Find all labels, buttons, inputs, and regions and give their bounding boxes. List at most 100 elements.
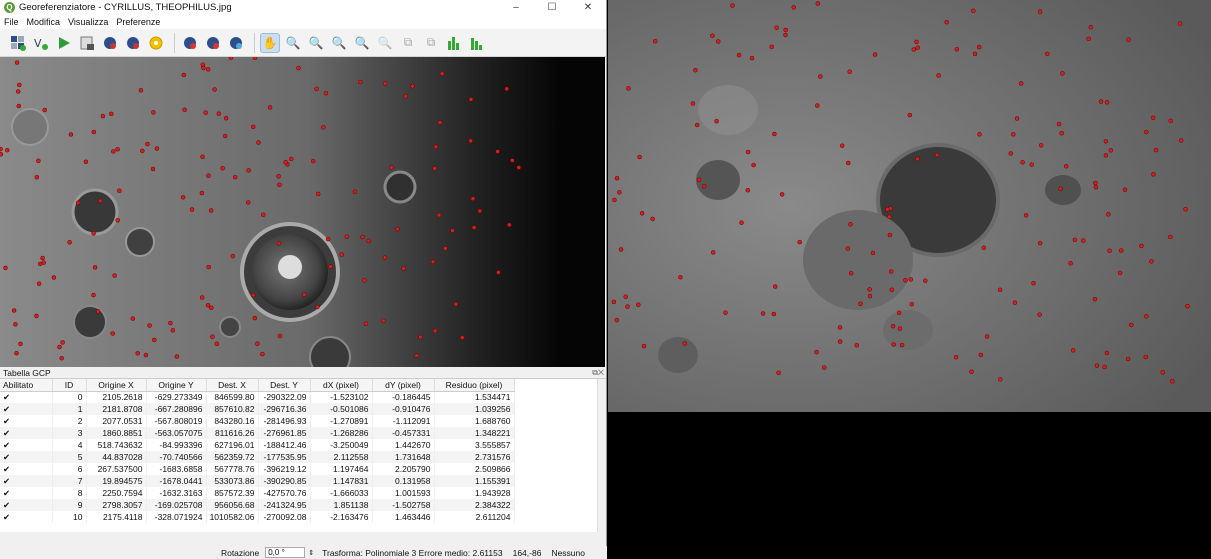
gcp-marker[interactable] <box>252 315 258 321</box>
gcp-cell[interactable]: 19.894575 <box>86 475 147 487</box>
col-abilitato[interactable]: Abilitato <box>0 379 53 392</box>
gcp-marker[interactable] <box>897 326 903 331</box>
gcp-marker[interactable] <box>1153 147 1159 153</box>
gcp-marker[interactable] <box>495 149 500 154</box>
gcp-marker[interactable] <box>848 271 854 276</box>
gcp-table-row[interactable]: ✔ 4 518.743632 -84.993396 627196.01 -188412.4… <box>0 439 515 451</box>
gcp-table-row[interactable]: ✔ 8 2250.7594 -1632.3163 857572.39 -427570.76… <box>0 487 515 499</box>
gcp-marker[interactable] <box>1104 100 1110 105</box>
gcp-table-row[interactable]: ✔ 2 2077.0531 -567.808019 843280.16 -281496.9… <box>0 415 515 427</box>
gcp-marker[interactable] <box>51 275 57 280</box>
gcp-cell[interactable]: 1.534471 <box>434 391 515 403</box>
gcp-marker[interactable] <box>366 238 371 244</box>
col-dx[interactable]: dX (pixel) <box>310 379 373 392</box>
gcp-marker[interactable] <box>969 369 974 374</box>
zoom-in-icon[interactable]: 🔍 <box>283 33 303 53</box>
gcp-marker[interactable] <box>1038 143 1044 148</box>
rotation-input[interactable]: 0,0 ° <box>265 547 306 558</box>
gcp-marker[interactable] <box>403 93 408 99</box>
gcp-marker[interactable] <box>791 5 797 10</box>
gcp-marker[interactable] <box>1023 213 1029 218</box>
gcp-marker[interactable] <box>41 260 46 265</box>
gcp-marker[interactable] <box>302 292 307 297</box>
zoom-last-icon[interactable]: 🔍 <box>352 33 372 53</box>
gcp-marker[interactable] <box>1178 138 1184 143</box>
move-point-icon[interactable] <box>226 33 246 53</box>
crs-display[interactable]: Nessuno <box>551 548 585 558</box>
gcp-cell[interactable]: -563.057075 <box>146 427 207 439</box>
gcp-marker[interactable] <box>0 146 3 152</box>
gcp-marker[interactable] <box>887 232 893 238</box>
gcp-marker[interactable] <box>614 317 620 323</box>
gcp-marker[interactable] <box>887 214 892 220</box>
gcp-marker[interactable] <box>205 302 211 308</box>
gcp-cell[interactable]: -1.270891 <box>310 415 373 427</box>
col-id[interactable]: ID <box>52 379 87 392</box>
gcp-marker[interactable] <box>981 245 987 251</box>
gcp-cell[interactable]: 956056.68 <box>206 499 259 511</box>
gcp-marker[interactable] <box>212 87 217 92</box>
gcp-cell[interactable]: -1.502758 <box>372 499 435 511</box>
gcp-cell[interactable]: 1010582.06 <box>206 511 259 523</box>
gcp-cell[interactable]: 1 <box>52 403 87 415</box>
gcp-marker[interactable] <box>470 196 476 201</box>
pan-icon[interactable]: ✋ <box>260 32 280 53</box>
gcp-marker[interactable] <box>760 311 766 316</box>
gcp-cell[interactable]: 0.131958 <box>372 475 435 487</box>
gcp-marker[interactable] <box>1029 162 1034 167</box>
gcp-marker[interactable] <box>112 273 117 278</box>
gcp-cell[interactable]: -276961.85 <box>258 427 311 439</box>
gcp-cell[interactable]: -84.993396 <box>146 439 207 451</box>
gcp-marker[interactable] <box>1122 187 1128 193</box>
gcp-marker[interactable] <box>1045 51 1050 57</box>
gcp-marker[interactable] <box>150 166 156 172</box>
gcp-marker[interactable] <box>110 331 115 336</box>
gcp-marker[interactable] <box>436 212 442 218</box>
gcp-marker[interactable] <box>174 354 180 359</box>
gcp-marker[interactable] <box>261 212 266 217</box>
gcp-marker[interactable] <box>1086 36 1091 42</box>
gcp-cell[interactable]: -188412.46 <box>258 439 311 451</box>
gcp-marker[interactable] <box>814 349 819 355</box>
gcp-marker[interactable] <box>220 165 225 171</box>
gcp-marker[interactable] <box>815 103 820 108</box>
gcp-marker[interactable] <box>716 39 721 44</box>
gcp-cell[interactable]: -1.666033 <box>310 487 373 499</box>
gcp-cell[interactable]: 6 <box>52 463 87 475</box>
gcp-marker[interactable] <box>92 265 98 270</box>
gcp-cell[interactable]: 1860.8851 <box>86 427 147 439</box>
gcp-marker[interactable] <box>998 377 1003 382</box>
save-gcp-icon[interactable] <box>100 33 120 53</box>
gcp-marker[interactable] <box>1118 248 1124 253</box>
gcp-marker[interactable] <box>650 216 655 222</box>
gcp-marker[interactable] <box>381 318 386 324</box>
gcp-marker[interactable] <box>109 111 114 117</box>
generate-script-icon[interactable] <box>77 33 97 53</box>
gcp-marker[interactable] <box>1117 270 1123 276</box>
gcp-marker[interactable] <box>944 19 949 25</box>
gcp-marker[interactable] <box>314 86 319 92</box>
gcp-marker[interactable] <box>91 129 97 135</box>
gcp-cell[interactable]: -667.280896 <box>146 403 207 415</box>
gcp-cell[interactable]: 2.611204 <box>434 511 515 523</box>
gcp-marker[interactable] <box>821 365 827 370</box>
gcp-marker[interactable] <box>205 67 211 72</box>
gcp-marker[interactable] <box>903 278 908 283</box>
gcp-marker[interactable] <box>91 292 96 298</box>
gcp-marker[interactable] <box>745 149 751 155</box>
gcp-marker[interactable] <box>206 264 211 270</box>
gcp-marker[interactable] <box>1037 9 1043 14</box>
gcp-marker[interactable] <box>1037 312 1042 317</box>
gcp-marker[interactable] <box>246 168 251 173</box>
col-origine-y[interactable]: Origine Y <box>146 379 207 392</box>
gcp-cell[interactable]: -1.523102 <box>310 391 373 403</box>
gcp-marker[interactable] <box>1070 348 1076 353</box>
gcp-marker[interactable] <box>845 160 851 166</box>
gcp-marker[interactable] <box>251 292 256 298</box>
gcp-marker[interactable] <box>59 355 64 361</box>
gcp-marker[interactable] <box>1059 130 1064 136</box>
gcp-marker[interactable] <box>34 174 40 180</box>
gcp-marker[interactable] <box>1031 280 1036 286</box>
gcp-marker[interactable] <box>430 259 436 265</box>
gcp-marker[interactable] <box>690 101 696 106</box>
